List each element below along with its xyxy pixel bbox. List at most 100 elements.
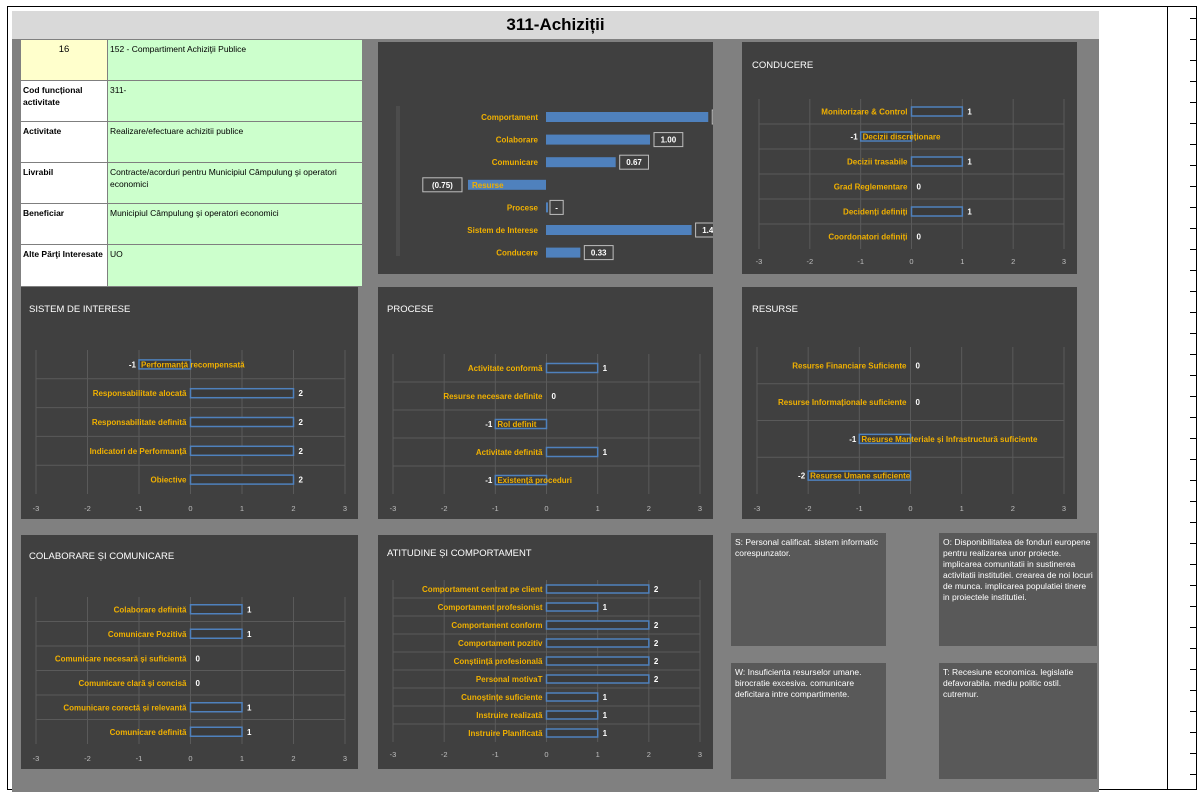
summary-chart-panel: Comportament1.56Colaborare1.00Comunicare… <box>378 42 742 274</box>
bar <box>910 156 964 167</box>
sistem-interese-panel: SISTEM DE INTERESE -3 -2 -1 0 1 2 3 Performanță… <box>21 287 358 519</box>
data-label: 1 <box>247 728 252 737</box>
data-label: (0.75) <box>432 181 453 190</box>
bar <box>545 584 650 594</box>
data-label: -1 <box>851 133 859 142</box>
axis-tick-label: -2 <box>441 750 448 759</box>
category-label: Grad Reglementare <box>834 183 908 192</box>
data-label: - <box>555 203 558 212</box>
axis-tick-label: 3 <box>343 504 347 513</box>
bar <box>545 602 599 612</box>
bar <box>546 157 616 168</box>
info-row-value: UO <box>107 245 362 286</box>
category-label: Performanță recompensată <box>141 360 245 369</box>
category-label: Resurse necesare definite <box>443 392 543 401</box>
data-label: 0 <box>916 398 921 407</box>
info-row-value: Municipiul Câmpulung şi operatori econom… <box>107 204 362 244</box>
info-row-value: Contracte/acorduri pentru Municipiul Câm… <box>107 163 362 203</box>
axis-tick-label: -3 <box>390 504 397 513</box>
axis-tick-label: 1 <box>596 750 600 759</box>
axis-tick-label: -1 <box>136 754 143 763</box>
info-row-label: 16 <box>21 40 107 80</box>
axis-tick-label: -3 <box>756 257 763 266</box>
data-label: 2 <box>654 585 659 594</box>
atitudine-panel: ATITUDINE ȘI COMPORTAMENT -3 -2 -1 0 1 2 3 Comp… <box>378 535 713 769</box>
category-label: Comunicare clară și concisă <box>78 679 187 688</box>
bar <box>545 692 599 702</box>
axis-tick-label: 1 <box>960 257 964 266</box>
axis-tick-label: 3 <box>1062 257 1066 266</box>
procese-panel: PROCESE -3 -2 -1 0 1 2 3 Activitate conformă 1 Re… <box>378 287 713 519</box>
axis-tick-label: 0 <box>544 750 548 759</box>
bar <box>545 674 650 684</box>
category-label: Instruire realizată <box>476 711 543 720</box>
axis-tick-label: -3 <box>33 504 40 513</box>
category-label: Decidenți definiți <box>843 208 907 217</box>
data-label: 0 <box>552 392 557 401</box>
data-label: -1 <box>849 435 857 444</box>
axis-tick-label: -1 <box>856 504 863 513</box>
data-label: 0.33 <box>591 249 607 258</box>
bar <box>546 247 581 258</box>
data-label: 1 <box>603 693 608 702</box>
right-edge-ticks <box>1190 6 1197 790</box>
bar <box>910 106 964 117</box>
axis-tick-label: 3 <box>1062 504 1066 513</box>
category-label: Comportament profesionist <box>438 603 543 612</box>
axis-tick-label: -2 <box>84 754 91 763</box>
info-row: 16 152 - Compartiment Achiziţii Publice <box>21 40 362 81</box>
axis-tick-label: -3 <box>33 754 40 763</box>
category-label: Resurse Informaționale suficiente <box>778 398 907 407</box>
panel-title: SISTEM DE INTERESE <box>29 304 131 315</box>
bar <box>545 446 599 458</box>
colaborare-chart: -3 -2 -1 0 1 2 3 Colaborare definită 1 Comunicare… <box>33 597 347 763</box>
axis-tick-label: -2 <box>806 257 813 266</box>
bar <box>546 202 548 213</box>
axis-tick-label: -2 <box>84 504 91 513</box>
data-label: 1.40 <box>702 226 713 235</box>
info-row: Alte Părţi Interesate UO <box>21 245 362 286</box>
activity-info-table: 16 152 - Compartiment Achiziţii Publice … <box>21 40 362 286</box>
data-label: 2 <box>299 418 304 427</box>
category-label: Indicatori de Performanță <box>90 447 187 456</box>
axis-tick-label: -1 <box>492 750 499 759</box>
category-label: Activitate conformă <box>468 364 543 373</box>
data-label: 2 <box>654 639 659 648</box>
category-label: Cunoștințe suficiente <box>461 693 543 702</box>
category-label: Colaborare definită <box>114 605 187 614</box>
category-label: Colaborare <box>496 136 539 145</box>
axis-tick-label: 1 <box>960 504 964 513</box>
data-label: 1 <box>603 711 608 720</box>
info-row-label: Activitate <box>21 122 107 162</box>
bar <box>189 474 295 485</box>
data-label: 0.67 <box>626 158 642 167</box>
data-label: 0 <box>196 679 201 688</box>
category-label: Existență proceduri <box>497 476 572 485</box>
category-label: Resurse Umane suficiente <box>810 472 911 481</box>
info-row-label: Livrabil <box>21 163 107 203</box>
panel-title: CONDUCERE <box>752 60 814 71</box>
category-label: Comportament conform <box>451 621 542 630</box>
category-label: Comunicare <box>492 158 539 167</box>
axis-tick-label: 0 <box>909 257 913 266</box>
axis-tick-label: 3 <box>343 754 347 763</box>
panel-title: COLABORARE ȘI COMUNICARE <box>29 551 175 562</box>
conducere-chart: -3 -2 -1 0 1 2 3 Monitorizare & Control 1 Decizii… <box>756 99 1066 266</box>
page-title: 311-Achiziții <box>12 11 1099 39</box>
swot-strengths: S: Personal calificat. sistem informatic… <box>731 533 886 646</box>
data-label: 1 <box>247 605 252 614</box>
scroll-shade <box>396 106 400 256</box>
procese-chart: -3 -2 -1 0 1 2 3 Activitate conformă 1 Resurse ne… <box>390 354 702 513</box>
axis-tick-label: -1 <box>857 257 864 266</box>
info-row-label: Beneficiar <box>21 204 107 244</box>
category-label: Sistem de Interese <box>467 226 538 235</box>
resurse-panel: RESURSE -3 -2 -1 0 1 2 3 Resurse Financiare Suf… <box>742 287 1077 519</box>
category-label: Obiective <box>150 476 187 485</box>
bar <box>189 445 295 457</box>
axis-tick-label: 2 <box>291 504 295 513</box>
info-row: Activitate Realizare/efectuare achizitii… <box>21 122 362 163</box>
axis-tick-label: 0 <box>544 504 548 513</box>
axis-tick-label: 0 <box>908 504 912 513</box>
data-label: 0 <box>196 654 201 663</box>
data-label: 0 <box>917 183 922 192</box>
